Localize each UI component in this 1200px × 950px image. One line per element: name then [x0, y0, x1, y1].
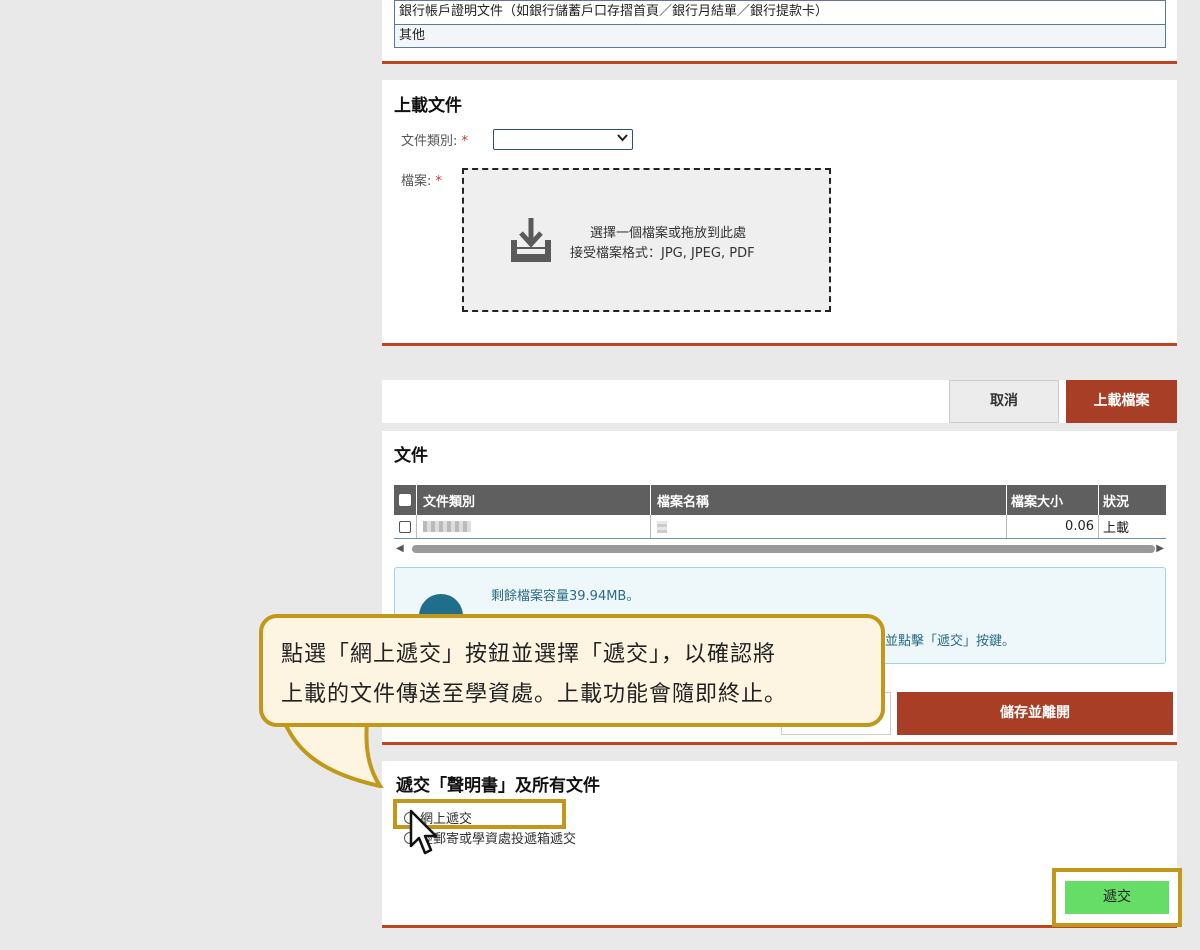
- save-and-exit-button[interactable]: 儲存並離開: [897, 692, 1173, 735]
- column-header-name[interactable]: 檔案名稱: [650, 485, 1006, 515]
- cell-type: [416, 515, 650, 538]
- doc-type-label: 文件類別: *: [401, 130, 468, 149]
- submit-title: 遞交「聲明書」及所有文件: [396, 776, 600, 796]
- files-title: 文件: [394, 446, 428, 466]
- cancel-button[interactable]: 取消: [949, 380, 1059, 423]
- submit-button[interactable]: 遞交: [1065, 881, 1169, 914]
- horizontal-scrollbar[interactable]: ◀ ▶: [394, 543, 1166, 555]
- submit-button-highlight: 遞交: [1052, 868, 1182, 927]
- upload-tray-icon: [511, 218, 551, 262]
- upload-action-bar: 取消 上載檔案: [382, 380, 1177, 423]
- scroll-right-icon[interactable]: ▶: [1156, 543, 1164, 554]
- doc-type-option-other[interactable]: 其他: [395, 24, 1165, 47]
- column-header-type[interactable]: 文件類別: [416, 485, 650, 515]
- info-instruction-text: 並點擊「遞交」按鍵。: [885, 634, 1016, 649]
- column-header-status[interactable]: 狀況: [1098, 485, 1166, 515]
- dropzone-formats: 接受檔案格式：JPG, JPEG, PDF: [570, 246, 755, 261]
- doc-type-select[interactable]: [493, 129, 633, 150]
- remaining-capacity-text: 剩餘檔案容量39.94MB。: [491, 589, 640, 604]
- row-checkbox-cell: [394, 515, 416, 538]
- select-all-checkbox-cell: [394, 485, 416, 515]
- doc-type-option-bank[interactable]: 銀行帳戶證明文件（如銀行儲蓄戶口存摺首頁／銀行月結單／銀行提款卡）: [395, 1, 1165, 24]
- scrollbar-thumb[interactable]: [412, 545, 1155, 553]
- upload-panel: 上載文件 文件類別: * 檔案: * 選擇一個檔案或拖放到此處 接受檔案格式：J…: [382, 80, 1177, 346]
- upload-title: 上載文件: [394, 96, 462, 116]
- scroll-left-icon[interactable]: ◀: [396, 543, 404, 554]
- chevron-down-icon: [617, 132, 628, 146]
- table-row[interactable]: 0.06 上載: [394, 515, 1166, 539]
- cell-status: 上載: [1098, 515, 1166, 538]
- files-table: 文件類別 檔案名稱 檔案大小 狀況 0.06 上載: [394, 485, 1166, 539]
- redacted-text: [657, 520, 667, 533]
- submit-panel: 遞交「聲明書」及所有文件 網上遞交 經郵寄或學資處投遞箱遞交 遞交: [382, 761, 1182, 928]
- instruction-callout: 點選「網上遞交」按鈕並選擇「遞交」，以確認將 上載的文件傳送至學資處。上載功能會…: [259, 614, 885, 727]
- file-label: 檔案: *: [401, 170, 442, 189]
- file-dropzone[interactable]: 選擇一個檔案或拖放到此處 接受檔案格式：JPG, JPEG, PDF: [462, 168, 831, 312]
- doc-type-list: 銀行帳戶證明文件（如銀行儲蓄戶口存摺首頁／銀行月結單／銀行提款卡） 其他: [394, 0, 1166, 48]
- select-all-checkbox[interactable]: [399, 494, 411, 506]
- required-mark: *: [435, 174, 443, 189]
- redacted-text: [423, 521, 471, 532]
- callout-line-1: 點選「網上遞交」按鈕並選擇「遞交」，以確認將: [281, 642, 777, 667]
- dropzone-instruction: 選擇一個檔案或拖放到此處: [590, 226, 747, 241]
- doc-type-label-text: 文件類別:: [401, 134, 458, 149]
- callout-line-2: 上載的文件傳送至學資處。上載功能會隨即終止。: [281, 682, 788, 707]
- table-header: 文件類別 檔案名稱 檔案大小 狀況: [394, 485, 1166, 515]
- column-header-size[interactable]: 檔案大小: [1006, 485, 1098, 515]
- row-checkbox[interactable]: [399, 520, 411, 533]
- required-mark: *: [461, 134, 469, 149]
- doc-type-list-panel: 銀行帳戶證明文件（如銀行儲蓄戶口存摺首頁／銀行月結單／銀行提款卡） 其他: [382, 0, 1177, 64]
- cell-size: 0.06: [1006, 515, 1098, 538]
- mouse-pointer-icon: [409, 809, 438, 855]
- radio-mail-label: 經郵寄或學資處投遞箱遞交: [420, 832, 577, 847]
- file-label-text: 檔案:: [401, 174, 432, 189]
- upload-file-button[interactable]: 上載檔案: [1066, 380, 1177, 423]
- cell-name: [650, 515, 1006, 538]
